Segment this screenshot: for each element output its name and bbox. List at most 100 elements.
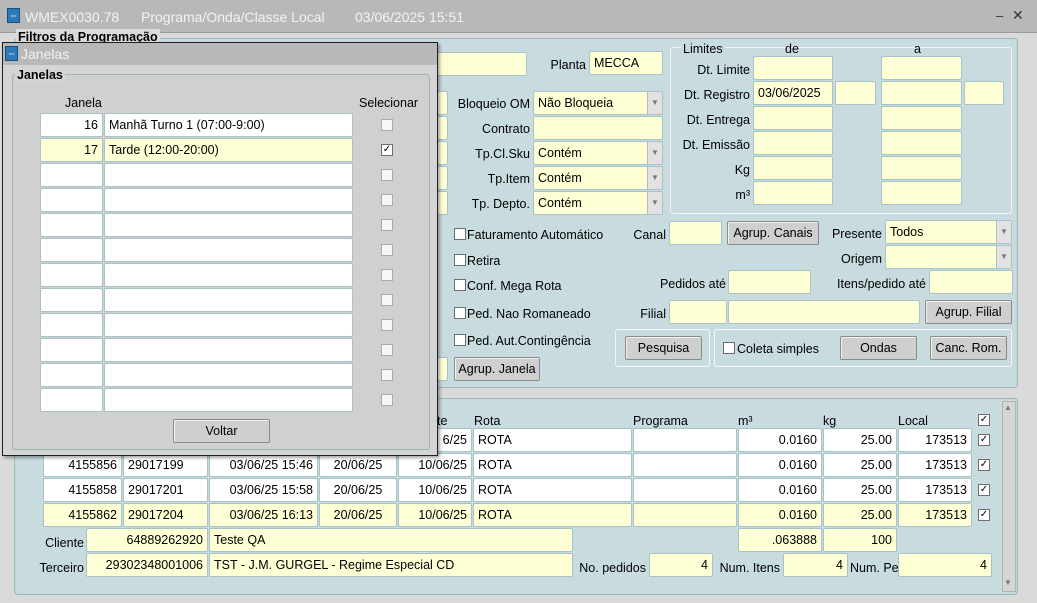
dt-limite-a-input[interactable] [881, 56, 962, 80]
terceiro-name-field[interactable]: TST - J.M. GURGEL - Regime Especial CD [209, 553, 573, 577]
janela-number-cell[interactable]: 17 [40, 138, 103, 162]
tp-cl-sku-select[interactable]: Contém ▼ [533, 141, 663, 165]
cell-m3[interactable]: 0.0160 [738, 453, 822, 477]
janela-select-checkbox[interactable] [381, 269, 393, 281]
janela-select-checkbox[interactable] [381, 394, 393, 406]
dt-emissao-a-input[interactable] [881, 131, 962, 155]
row-select-checkbox[interactable]: ✓ [978, 509, 990, 521]
cell-local[interactable]: 173513 [898, 428, 972, 452]
tp-item-select[interactable]: Contém ▼ [533, 166, 663, 190]
voltar-button[interactable]: Voltar [173, 419, 270, 443]
contrato-input[interactable] [533, 116, 663, 140]
dt-entrega-de-input[interactable] [753, 106, 833, 130]
janela-description-cell[interactable] [104, 263, 353, 287]
cell-data-reg[interactable]: 03/06/25 16:13 [209, 503, 318, 527]
janela-description-cell[interactable] [104, 288, 353, 312]
cliente-code-field[interactable]: 64889262920 [86, 528, 208, 552]
janela-select-checkbox[interactable] [381, 319, 393, 331]
m3-de-input[interactable] [753, 181, 833, 205]
pesquisa-button[interactable]: Pesquisa [625, 336, 702, 360]
janela-number-cell[interactable] [40, 163, 103, 187]
filial-code-input[interactable] [669, 300, 727, 324]
close-icon[interactable]: ✕ [1012, 7, 1024, 24]
cell-local[interactable]: 173513 [898, 478, 972, 502]
janela-select-checkbox[interactable] [381, 119, 393, 131]
planta-input[interactable]: MECCA [589, 51, 663, 75]
ondas-button[interactable]: Ondas [840, 336, 917, 360]
cell-programa[interactable] [633, 453, 737, 477]
kg-a-input[interactable] [881, 156, 962, 180]
cell-data-lim[interactable]: 20/06/25 [319, 478, 397, 502]
cell-programa[interactable] [633, 428, 737, 452]
origem-select[interactable]: ▼ [885, 245, 1012, 269]
agrup-filial-button[interactable]: Agrup. Filial [925, 300, 1012, 324]
dt-registro-de-input[interactable]: 03/06/2025 [753, 81, 833, 105]
faturamento-automatico-checkbox[interactable] [454, 228, 466, 240]
dt-limite-de-input[interactable] [753, 56, 833, 80]
cell-data-lim[interactable]: 20/06/25 [319, 503, 397, 527]
janela-select-checkbox[interactable] [381, 244, 393, 256]
coleta-simples-checkbox[interactable] [723, 342, 735, 354]
cell-pedido[interactable]: 4155858 [43, 478, 122, 502]
row-select-checkbox[interactable]: ✓ [978, 459, 990, 471]
janela-number-cell[interactable] [40, 313, 103, 337]
janela-select-checkbox[interactable] [381, 294, 393, 306]
canc-rom-button[interactable]: Canc. Rom. [930, 336, 1007, 360]
cell-data-reg[interactable]: 03/06/25 15:46 [209, 453, 318, 477]
cell-om[interactable]: 29017199 [123, 453, 208, 477]
cell-data-ent[interactable]: 10/06/25 [398, 503, 472, 527]
janela-description-cell[interactable] [104, 363, 353, 387]
results-scrollbar[interactable]: ▲ ▼ [1002, 401, 1016, 592]
cell-kg[interactable]: 25.00 [823, 503, 897, 527]
scroll-down-icon[interactable]: ▼ [1004, 578, 1012, 587]
janela-number-cell[interactable] [40, 238, 103, 262]
janela-number-cell[interactable] [40, 188, 103, 212]
cell-kg[interactable]: 25.00 [823, 478, 897, 502]
agrup-canais-button[interactable]: Agrup. Canais [727, 221, 819, 245]
cell-rota[interactable]: ROTA [473, 453, 632, 477]
dt-registro-de-hora-input[interactable] [835, 81, 876, 105]
janela-description-cell[interactable] [104, 313, 353, 337]
cell-om[interactable]: 29017201 [123, 478, 208, 502]
janela-select-checkbox[interactable] [381, 344, 393, 356]
janela-number-cell[interactable] [40, 388, 103, 412]
cell-local[interactable]: 173513 [898, 503, 972, 527]
cell-m3[interactable]: 0.0160 [738, 428, 822, 452]
janela-select-checkbox[interactable] [381, 194, 393, 206]
tp-depto-select[interactable]: Contém ▼ [533, 191, 663, 215]
janela-number-cell[interactable]: 16 [40, 113, 103, 137]
janela-description-cell[interactable] [104, 238, 353, 262]
janela-number-cell[interactable] [40, 263, 103, 287]
dt-emissao-de-input[interactable] [753, 131, 833, 155]
filter-field-f[interactable] [437, 357, 448, 381]
m3-a-input[interactable] [881, 181, 962, 205]
janela-description-cell[interactable] [104, 188, 353, 212]
janela-number-cell[interactable] [40, 363, 103, 387]
cell-data-ent[interactable]: 10/06/25 [398, 453, 472, 477]
janela-description-cell[interactable] [104, 388, 353, 412]
cell-data-lim[interactable]: 20/06/25 [319, 453, 397, 477]
janela-description-cell[interactable] [104, 163, 353, 187]
agrup-janela-button[interactable]: Agrup. Janela [454, 357, 540, 381]
janela-description-cell[interactable]: Tarde (12:00-20:00) [104, 138, 353, 162]
itens-pedido-ate-input[interactable] [929, 270, 1013, 294]
cell-rota[interactable]: ROTA [473, 503, 632, 527]
cell-kg[interactable]: 25.00 [823, 428, 897, 452]
row-select-checkbox[interactable]: ✓ [978, 484, 990, 496]
kg-de-input[interactable] [753, 156, 833, 180]
dt-registro-a-input[interactable] [881, 81, 962, 105]
cell-data-reg[interactable]: 03/06/25 15:58 [209, 478, 318, 502]
dt-entrega-a-input[interactable] [881, 106, 962, 130]
cell-m3[interactable]: 0.0160 [738, 503, 822, 527]
ped-nao-romaneado-checkbox[interactable] [454, 307, 466, 319]
janela-select-checkbox[interactable] [381, 369, 393, 381]
minimize-icon[interactable]: – [996, 8, 1003, 23]
cell-programa[interactable] [633, 503, 737, 527]
janela-select-checkbox[interactable] [381, 219, 393, 231]
cell-m3[interactable]: 0.0160 [738, 478, 822, 502]
cliente-name-field[interactable]: Teste QA [209, 528, 573, 552]
cell-pedido[interactable]: 4155856 [43, 453, 122, 477]
terceiro-code-field[interactable]: 29302348001006 [86, 553, 208, 577]
janela-number-cell[interactable] [40, 213, 103, 237]
cell-rota[interactable]: ROTA [473, 478, 632, 502]
